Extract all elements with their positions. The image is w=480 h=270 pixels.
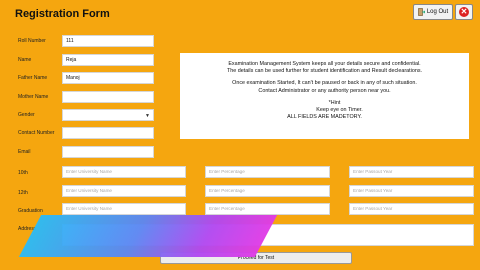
tenth-university-input[interactable]: Enter University Name <box>62 166 186 178</box>
twelfth-passout-input[interactable]: Enter Passout Year <box>349 185 474 197</box>
graduation-university-input[interactable]: Enter University Name <box>62 203 186 215</box>
info-line: Contact Administrator or any authority p… <box>258 87 391 94</box>
logout-label: Log Out <box>426 9 449 15</box>
email-label: Email <box>18 149 31 155</box>
twelfth-university-input[interactable]: Enter University Name <box>62 185 186 197</box>
timer-hint: Keep eye on Timer. <box>316 107 363 114</box>
info-panel: Examination Management System keeps all … <box>180 53 469 139</box>
twelfth-percentage-input[interactable]: Enter Percentage <box>205 185 330 197</box>
info-line: Examination Management System keeps all … <box>228 61 421 67</box>
info-line: Once examination Started, It can't be pa… <box>232 80 417 87</box>
father-name-label: Father Name <box>18 75 48 81</box>
gender-label: Gender <box>18 112 35 118</box>
roll-number-label: Roll Number <box>18 38 46 44</box>
name-label: Name <box>18 57 32 63</box>
info-line: The details can be used further for stud… <box>226 68 423 75</box>
graduation-passout-input[interactable]: Enter Passout Year <box>349 203 474 215</box>
logout-icon <box>418 8 425 16</box>
name-input[interactable]: Reja <box>62 54 154 66</box>
tenth-label: 10th <box>18 170 28 176</box>
tenth-passout-input[interactable]: Enter Passout Year <box>349 166 474 178</box>
email-input[interactable] <box>62 146 154 158</box>
tenth-percentage-input[interactable]: Enter Percentage <box>205 166 330 178</box>
twelfth-label: 12th <box>18 190 28 196</box>
graduation-label: Graduation <box>18 208 43 214</box>
logout-button[interactable]: Log Out <box>413 4 453 20</box>
gender-select[interactable]: ▼ <box>62 109 154 121</box>
graduation-percentage-input[interactable]: Enter Percentage <box>205 203 330 215</box>
mother-name-label: Mother Name <box>18 94 49 100</box>
hint-text: *Hint <box>328 99 341 106</box>
chevron-down-icon: ▼ <box>145 113 150 119</box>
page-title: Registration Form <box>15 8 110 20</box>
contact-number-input[interactable] <box>62 127 154 139</box>
contact-number-label: Contact Number <box>18 130 55 136</box>
close-button[interactable]: ✕ <box>455 4 473 20</box>
roll-number-input[interactable]: 111 <box>62 35 154 47</box>
father-name-input[interactable]: Manoj <box>62 72 154 84</box>
mother-name-input[interactable] <box>62 91 154 103</box>
close-icon: ✕ <box>459 7 469 17</box>
mandatory-notice: ALL FIELDS ARE MADETORY. <box>287 114 362 121</box>
decorative-gradient-stripe <box>18 215 278 257</box>
